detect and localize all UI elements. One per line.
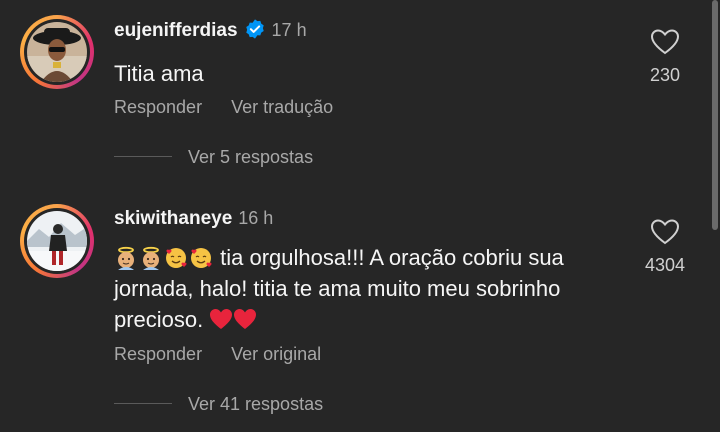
red-heart-emoji [234, 309, 257, 329]
smiling-face-with-hearts-emoji [166, 248, 187, 268]
view-replies-label: Ver 5 respostas [188, 147, 314, 167]
replies-divider [114, 403, 172, 404]
like-button[interactable]: 230 [620, 28, 710, 86]
profile-photo-person-snow [27, 211, 87, 271]
heart-outline-icon [650, 219, 680, 245]
see-original-button[interactable]: Ver original [231, 344, 321, 364]
profile-photo-woman-hat [27, 22, 87, 82]
comment-text: Titia ama [114, 61, 204, 86]
avatar[interactable] [20, 15, 94, 89]
see-translation-button[interactable]: Ver tradução [231, 97, 333, 117]
baby-angel-emoji [118, 246, 134, 270]
view-replies-button[interactable]: Ver 41 respostas [114, 394, 323, 415]
heart-outline-icon [650, 29, 680, 55]
replies-divider [114, 156, 172, 157]
reply-button[interactable]: Responder [114, 97, 202, 117]
verified-badge-icon [245, 19, 264, 39]
like-count: 4304 [644, 255, 686, 275]
smiling-face-with-hearts-emoji [191, 248, 212, 268]
like-count: 230 [649, 65, 681, 85]
comment-text-block: tia orgulhosa!!! A oração cobriu sua jor… [114, 242, 614, 335]
comment-actions: Responder Ver original [114, 344, 345, 365]
username[interactable]: eujenifferdias [114, 20, 238, 41]
scrollbar[interactable] [712, 0, 718, 230]
comment-header: eujenifferdias 17 h [114, 18, 307, 42]
username[interactable]: skiwithaneye [114, 208, 232, 229]
red-heart-emoji [210, 309, 233, 329]
comment-timestamp: 16 h [238, 208, 274, 228]
reply-button[interactable]: Responder [114, 344, 202, 364]
view-replies-label: Ver 41 respostas [188, 394, 324, 414]
avatar[interactable] [20, 204, 94, 278]
comment-timestamp: 17 h [271, 20, 307, 40]
like-button[interactable]: 4304 [620, 218, 710, 276]
comment-actions: Responder Ver tradução [114, 97, 357, 118]
view-replies-button[interactable]: Ver 5 respostas [114, 147, 313, 168]
baby-angel-emoji [143, 246, 159, 270]
comment-header: skiwithaneye 16 h [114, 208, 273, 230]
